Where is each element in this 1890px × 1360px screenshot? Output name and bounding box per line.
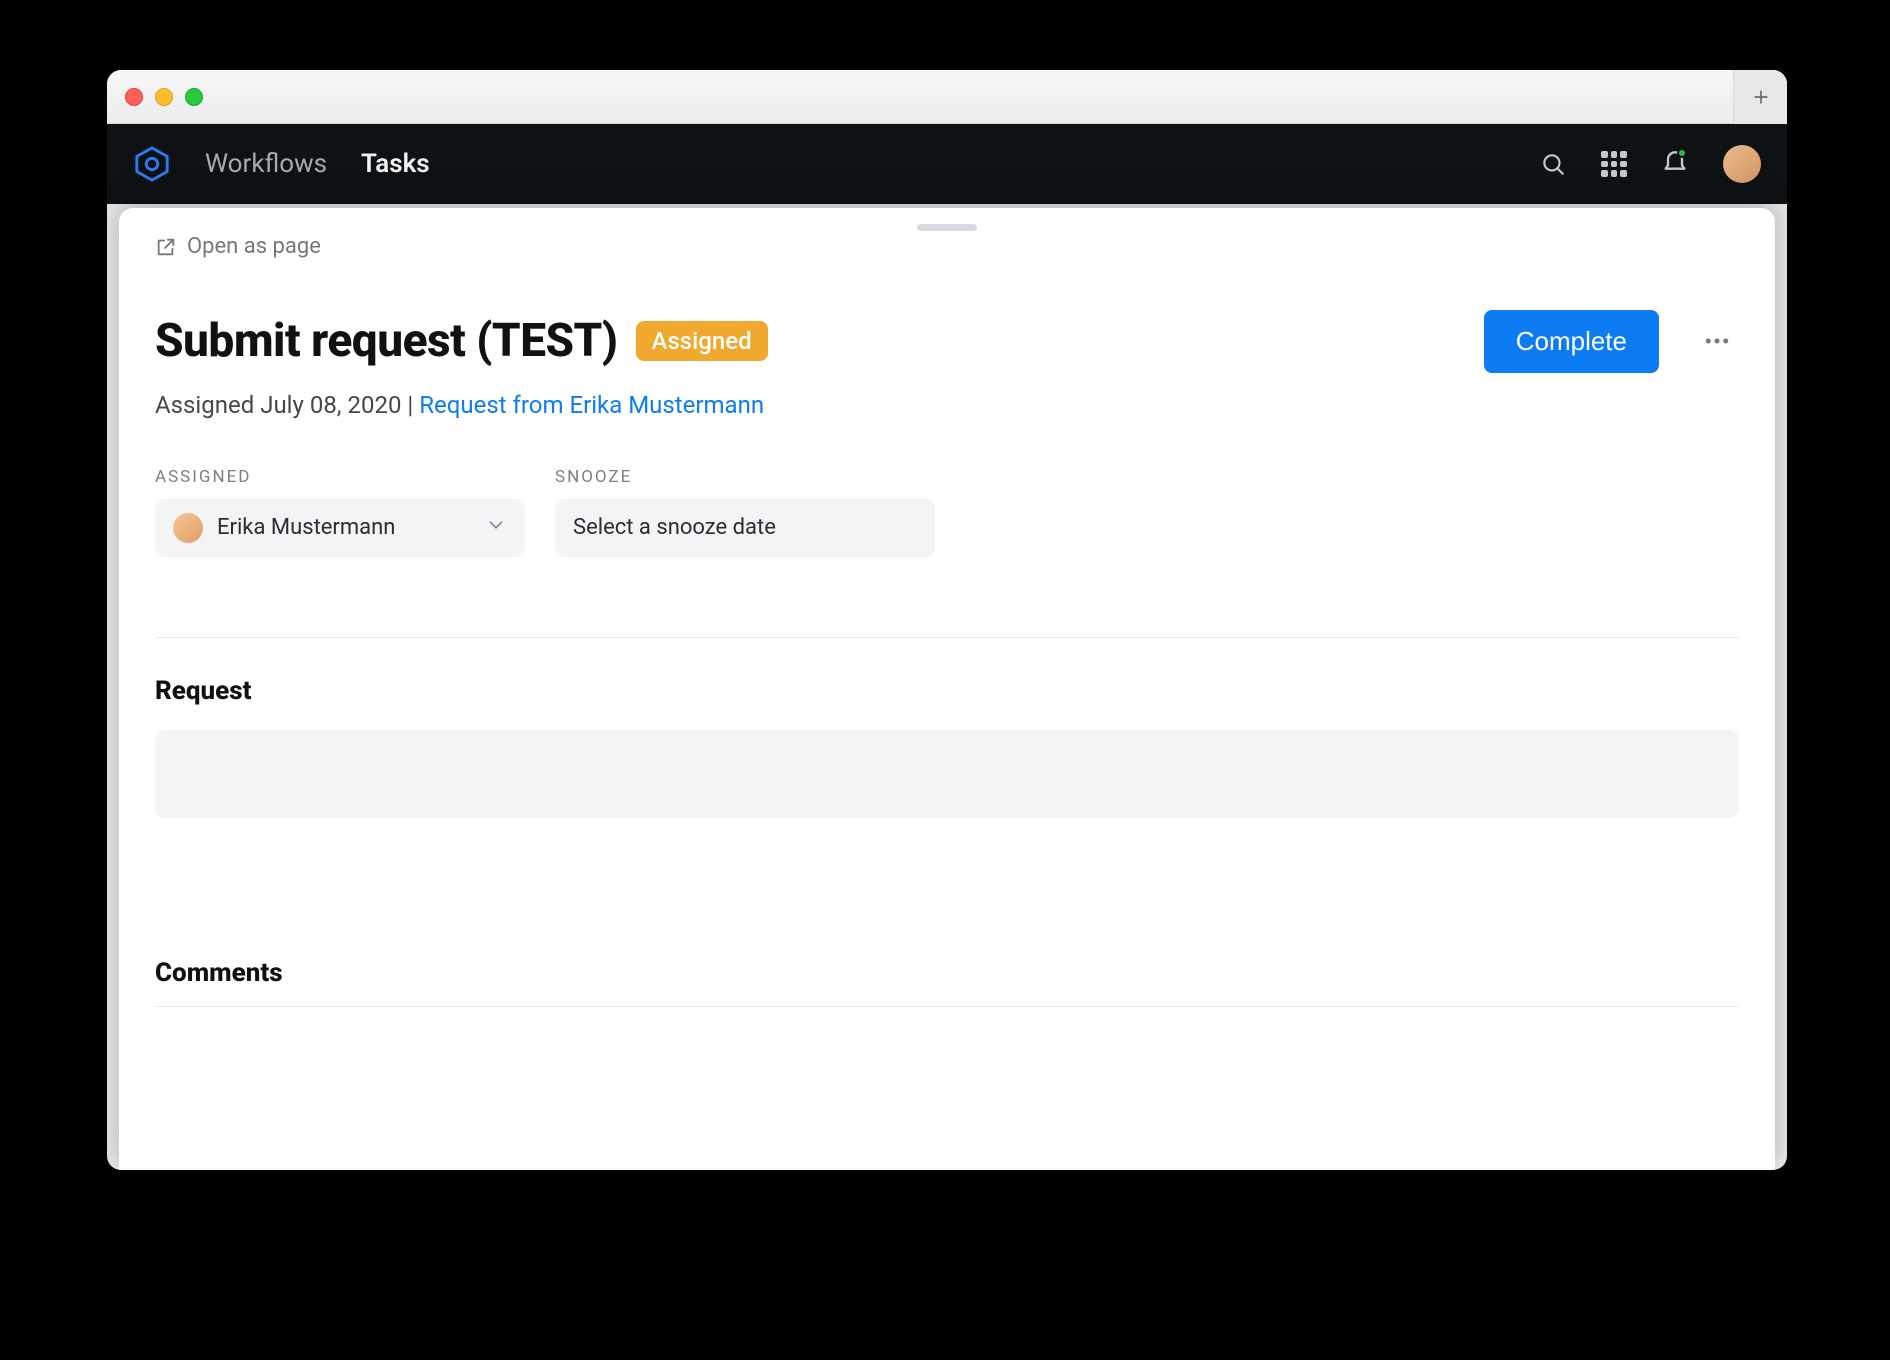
traffic-lights (125, 88, 203, 106)
sheet-drag-handle[interactable] (917, 224, 977, 231)
task-header: Submit request (TEST) Assigned Complete (155, 310, 1739, 373)
assigned-label: ASSIGNED (155, 467, 525, 487)
mac-window: Workflows Tasks Open as page Submit requ… (107, 70, 1787, 1170)
snooze-field: SNOOZE Select a snooze date (555, 467, 935, 557)
assignee-select[interactable]: Erika Mustermann (155, 499, 525, 557)
task-sheet: Open as page Submit request (TEST) Assig… (119, 208, 1775, 1170)
request-section-title: Request (155, 676, 1739, 706)
request-content-box (155, 730, 1739, 818)
divider (155, 637, 1739, 638)
open-as-page-label: Open as page (187, 234, 321, 259)
comments-section-title: Comments (155, 958, 1739, 988)
assignee-name: Erika Mustermann (217, 515, 395, 540)
chevron-down-icon (485, 514, 507, 542)
task-subline: Assigned July 08, 2020 | Request from Er… (155, 391, 1739, 419)
task-fields: ASSIGNED Erika Mustermann SNOOZE Select … (155, 467, 1739, 557)
divider (155, 1006, 1739, 1007)
request-link[interactable]: Request from Erika Mustermann (419, 391, 764, 419)
more-actions-button[interactable] (1695, 319, 1739, 363)
window-zoom-button[interactable] (185, 88, 203, 106)
new-tab-button[interactable] (1733, 70, 1787, 124)
titlebar (107, 70, 1787, 124)
snooze-label: SNOOZE (555, 467, 935, 487)
more-horizontal-icon (1702, 326, 1732, 356)
assignee-avatar (173, 513, 203, 543)
task-title: Submit request (TEST) (155, 314, 618, 368)
assigned-field: ASSIGNED Erika Mustermann (155, 467, 525, 557)
assigned-date-text: Assigned July 08, 2020 | (155, 391, 419, 419)
open-as-page-button[interactable]: Open as page (155, 234, 321, 259)
plus-icon (1751, 87, 1771, 107)
snooze-select[interactable]: Select a snooze date (555, 499, 935, 557)
external-link-icon (155, 236, 177, 258)
window-minimize-button[interactable] (155, 88, 173, 106)
snooze-placeholder: Select a snooze date (573, 515, 776, 540)
complete-button[interactable]: Complete (1484, 310, 1659, 373)
window-close-button[interactable] (125, 88, 143, 106)
status-badge: Assigned (636, 321, 768, 361)
